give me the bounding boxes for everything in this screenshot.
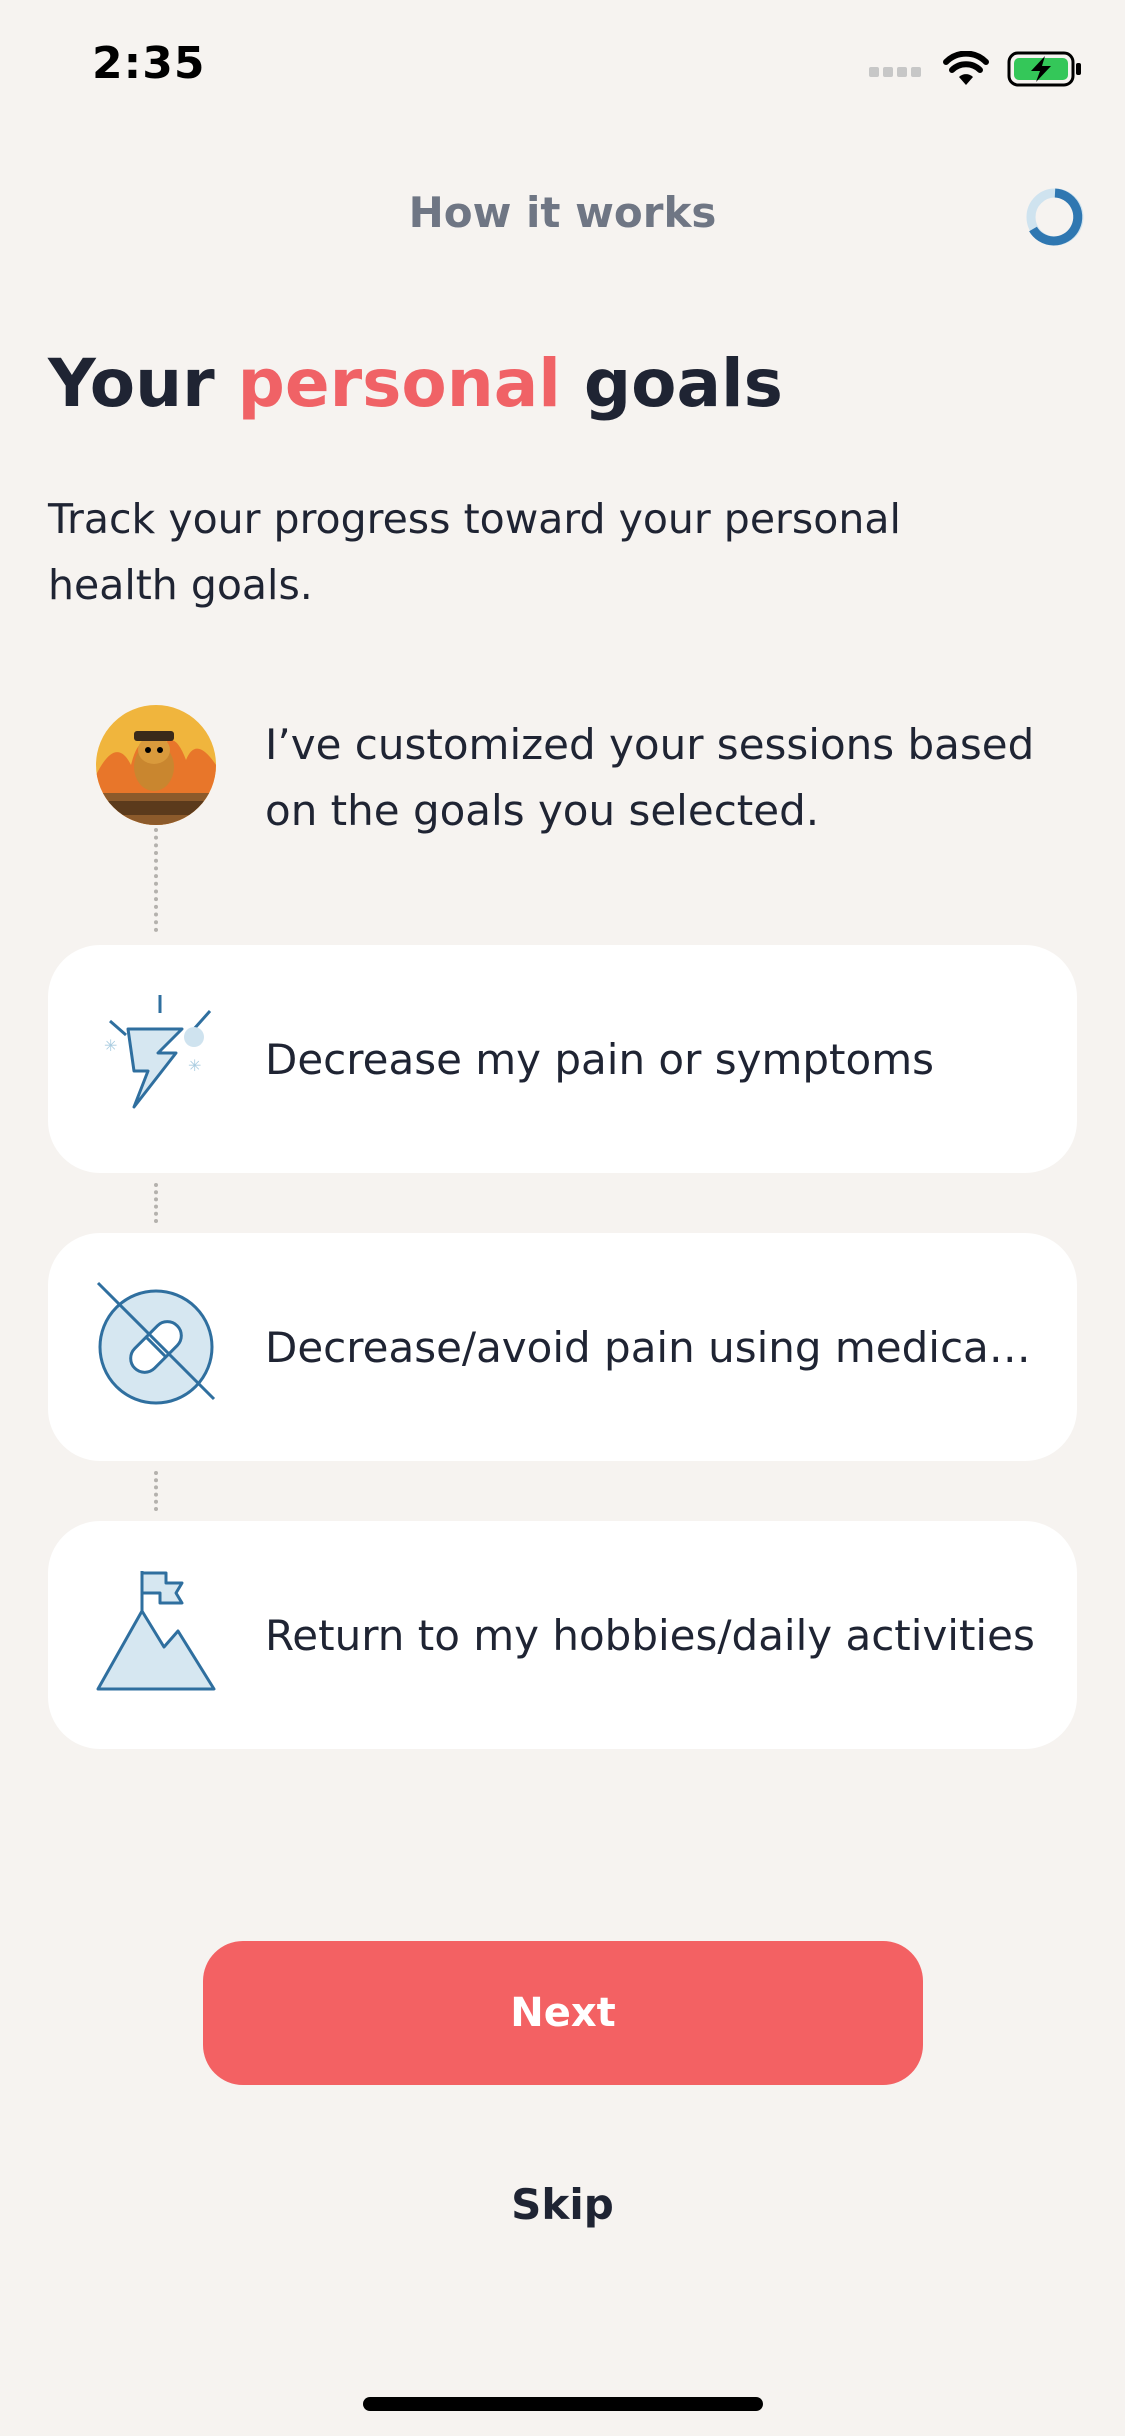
avatar [96,705,216,825]
page-title: Your personal goals [48,345,783,422]
connector-line [154,1471,158,1511]
header-title: How it works [408,188,717,237]
skip-button[interactable]: Skip [0,2180,1125,2229]
goal-card: Decrease/avoid pain using medicat… [48,1233,1077,1461]
goal-label: Decrease/avoid pain using medicat… [265,1322,1037,1372]
goal-card: ✳ ✳ Decrease my pain or symptoms [48,945,1077,1173]
home-indicator[interactable] [363,2397,763,2411]
no-pill-icon [96,1281,216,1405]
wifi-icon [943,51,989,85]
battery-charging-icon [1007,51,1081,87]
avatar-dog-fire-icon [96,705,216,825]
next-button[interactable]: Next [203,1941,923,2085]
status-time: 2:35 [92,38,206,89]
coach-message: I’ve customized your sessions based on t… [265,720,1035,835]
svg-text:✳: ✳ [104,1036,117,1055]
goal-card: Return to my hobbies/daily activities [48,1521,1077,1749]
goal-label: Return to my hobbies/daily activities [265,1610,1035,1660]
svg-text:✳: ✳ [188,1056,201,1075]
goal-label: Decrease my pain or symptoms [265,1034,935,1084]
title-part1: Your [48,345,238,422]
subtitle: Track your progress toward your personal… [48,495,901,609]
signal-icon [869,67,921,77]
status-icons [869,50,1083,88]
connector-line [154,828,158,932]
title-accent: personal [237,345,561,422]
mountain-flag-icon [96,1571,216,1691]
title-part2: goals [560,345,783,422]
lightning-icon: ✳ ✳ [104,995,212,1109]
progress-ring-icon [1026,188,1084,246]
connector-line [154,1183,158,1223]
